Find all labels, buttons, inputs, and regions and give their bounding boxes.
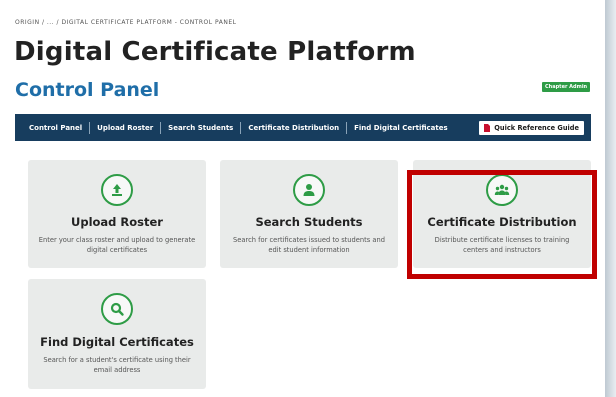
card-title: Find Digital Certificates: [40, 335, 194, 349]
person-icon: [293, 174, 325, 206]
card-title: Search Students: [255, 215, 363, 229]
top-nav: Control Panel Upload Roster Search Stude…: [15, 114, 591, 141]
nav-upload-roster[interactable]: Upload Roster: [90, 121, 162, 134]
page-frame: ORIGIN / ... / DIGITAL CERTIFICATE PLATF…: [0, 0, 605, 397]
card-description: Search for certificates issued to studen…: [233, 236, 385, 254]
nav-control-panel[interactable]: Control Panel: [15, 121, 91, 134]
role-badge: Chapter Admin: [542, 82, 591, 92]
page-subtitle: Control Panel: [15, 79, 160, 101]
card-search-students[interactable]: Search Students Search for certificates …: [220, 160, 398, 268]
card-upload-roster[interactable]: Upload Roster Enter your class roster an…: [28, 160, 206, 268]
page-title: Digital Certificate Platform: [14, 37, 416, 67]
card-find-digital-certificates[interactable]: Find Digital Certificates Search for a s…: [28, 279, 206, 389]
nav-find-digital-certificates[interactable]: Find Digital Certificates: [347, 122, 455, 134]
nav-certificate-distribution[interactable]: Certificate Distribution: [241, 121, 348, 134]
card-description: Enter your class roster and upload to ge…: [38, 236, 196, 254]
card-title: Upload Roster: [71, 215, 163, 229]
quick-reference-guide-label: Quick Reference Guide: [494, 123, 579, 132]
highlight-box: [407, 170, 597, 279]
nav-search-students[interactable]: Search Students: [161, 121, 242, 134]
pdf-icon: [484, 123, 491, 132]
upload-icon: [101, 174, 133, 206]
card-description: Search for a student's certificate using…: [43, 356, 191, 374]
breadcrumb: ORIGIN / ... / DIGITAL CERTIFICATE PLATF…: [15, 19, 237, 26]
search-icon: [101, 293, 133, 325]
window-edge: [605, 0, 616, 397]
quick-reference-guide-button[interactable]: Quick Reference Guide: [479, 120, 584, 135]
